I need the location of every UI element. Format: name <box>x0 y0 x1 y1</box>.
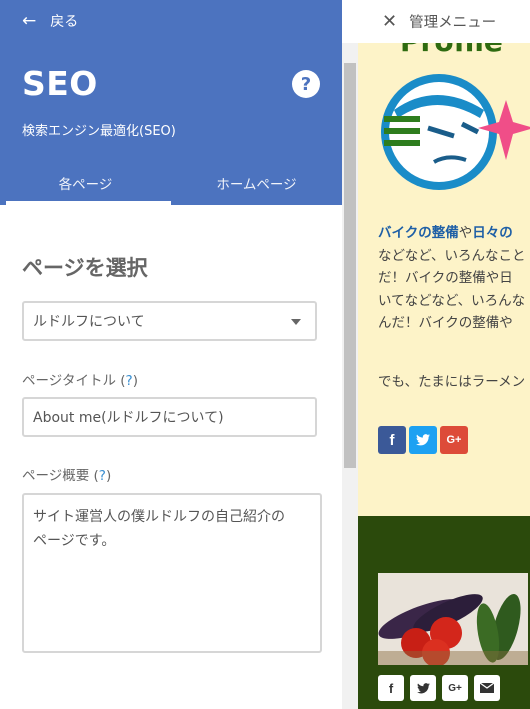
seo-editor-panel: ← 戻る SEO ? 検索エンジン最適化(SEO) 各ページ ホームページ ペー… <box>0 0 358 709</box>
blurb-connector: や <box>458 225 473 241</box>
page-select-value: ルドルフについて <box>33 314 145 330</box>
twitter-share-button[interactable] <box>409 426 437 454</box>
page-title: SEO <box>22 64 98 103</box>
profile-heading-text: Profile <box>400 43 503 53</box>
page-title-input[interactable]: About me(ルドルフについて) <box>22 397 317 437</box>
tab-each-page[interactable]: 各ページ <box>0 160 171 205</box>
chevron-down-icon <box>291 319 301 325</box>
vegetables-photo <box>378 573 528 665</box>
site-footer: f G+ <box>358 516 530 709</box>
profile-blurb-second: でも、たまにはラーメン <box>378 374 526 390</box>
tab-home-page[interactable]: ホームページ <box>171 160 342 205</box>
blurb-line: いてなどなど、いろんな <box>378 292 526 309</box>
seo-header: ← 戻る SEO ? 検索エンジン最適化(SEO) 各ページ ホームページ <box>0 0 342 205</box>
footer-mail-button[interactable] <box>474 675 500 701</box>
blurb-line: などなど、いろんなこと <box>378 247 526 264</box>
page-subtitle: 検索エンジン最適化(SEO) <box>22 124 176 139</box>
title-help-link[interactable]: ? <box>126 373 133 389</box>
help-button[interactable]: ? <box>292 70 320 98</box>
description-help-link[interactable]: ? <box>99 468 106 484</box>
twitter-icon <box>416 682 430 693</box>
close-icon: ✕ <box>382 11 398 32</box>
twitter-icon <box>416 434 430 446</box>
page-title-value: About me(ルドルフについて) <box>33 410 224 426</box>
blurb-highlight-1[interactable]: バイクの整備 <box>378 225 459 241</box>
scrollbar-thumb[interactable] <box>344 63 356 468</box>
site-preview-panel: ✕ 管理メニュー Profile バイクの整備や日々の などなど、いろんなこと … <box>358 0 530 709</box>
footer-share-buttons: f G+ <box>378 675 500 701</box>
page-select[interactable]: ルドルフについて <box>22 301 317 341</box>
page-title-label: ページタイトル (?) <box>22 373 138 389</box>
select-page-heading: ページを選択 <box>22 256 148 280</box>
share-buttons: f G+ <box>378 426 468 454</box>
blurb-line: んだ！バイクの整備や <box>378 315 513 331</box>
profile-blurb: バイクの整備や日々の などなど、いろんなこと だ！バイクの整備や日 いてなどなど… <box>378 222 530 335</box>
mascot-image <box>381 74 530 190</box>
page-description-label-text: ページ概要 <box>22 468 90 484</box>
footer-facebook-button[interactable]: f <box>378 675 404 701</box>
page-description-label: ページ概要 (?) <box>22 468 112 484</box>
back-label: 戻る <box>50 14 79 30</box>
blurb-line: だ！バイクの整備や日 <box>378 270 513 286</box>
page-title-label-text: ページタイトル <box>22 373 116 389</box>
facebook-share-button[interactable]: f <box>378 426 406 454</box>
arrow-left-icon: ← <box>22 10 37 31</box>
tab-bar: 各ページ ホームページ <box>0 160 342 205</box>
footer-twitter-button[interactable] <box>410 675 436 701</box>
google-plus-share-button[interactable]: G+ <box>440 426 468 454</box>
footer-google-plus-button[interactable]: G+ <box>442 675 468 701</box>
admin-menu-label: 管理メニュー <box>409 15 497 31</box>
mail-icon <box>480 683 494 693</box>
profile-heading: Profile <box>358 43 530 53</box>
blurb-highlight-2[interactable]: 日々の <box>472 225 513 241</box>
page-description-textarea[interactable]: サイト運営人の僕ルドルフの自己紹介の ページです。 <box>22 493 322 653</box>
admin-menu-button[interactable]: ✕ 管理メニュー <box>358 0 530 43</box>
back-button[interactable]: ← 戻る <box>22 10 78 32</box>
